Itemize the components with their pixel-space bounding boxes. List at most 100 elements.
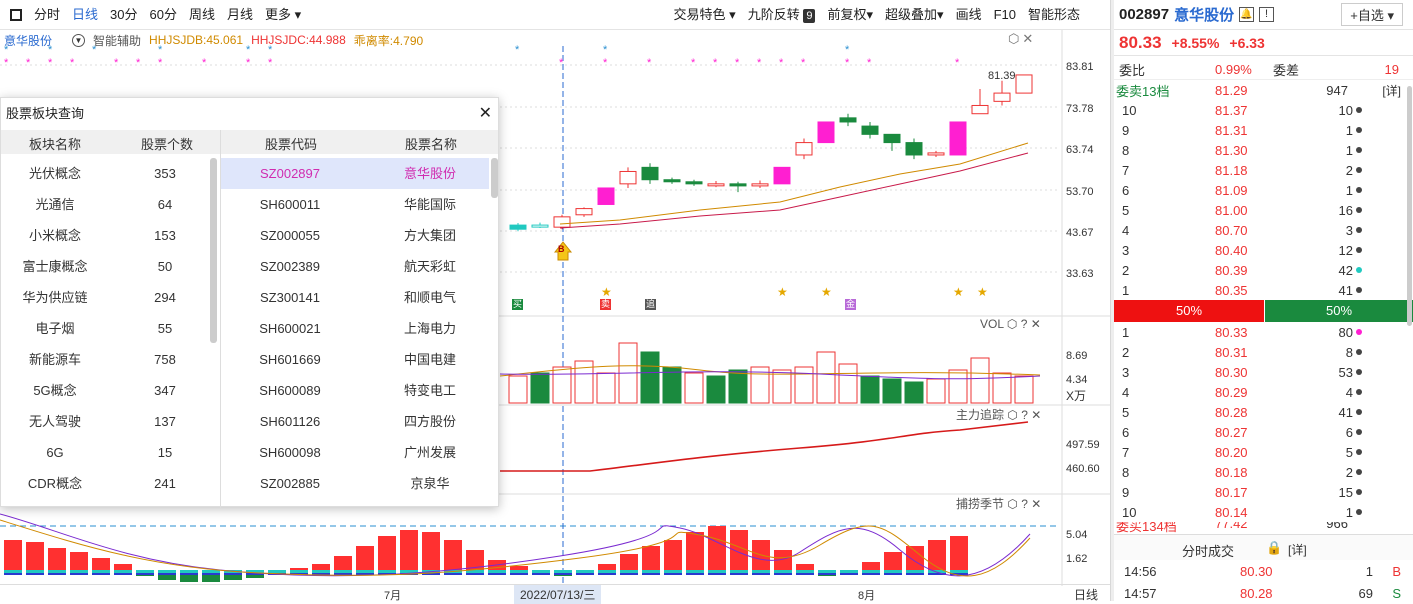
right-scrollbar[interactable] xyxy=(1407,86,1412,326)
level-number: 4 xyxy=(1122,222,1130,238)
close-icon[interactable]: ✕ xyxy=(479,98,492,130)
season-tick: 1.62 xyxy=(1066,553,1088,565)
period-monthly[interactable]: 月线 xyxy=(221,0,259,30)
volume-bar xyxy=(882,378,902,404)
stock-row[interactable]: SH600089 特变电工 xyxy=(221,375,489,406)
sector-row[interactable]: 富士康概念 50 xyxy=(1,251,211,282)
close-icon[interactable]: ✕ xyxy=(1031,408,1041,422)
sector-row[interactable]: CDR概念 241 xyxy=(1,468,211,499)
bid-level-row[interactable]: 8 80.18 2 xyxy=(1114,462,1413,482)
period-weekly[interactable]: 周线 xyxy=(183,0,221,30)
adjust-dropdown[interactable]: 前复权▾ xyxy=(821,0,879,30)
sector-row[interactable]: 新能源车 758 xyxy=(1,344,211,375)
settings-icon[interactable]: ⬡ xyxy=(1007,408,1017,422)
sector-name: 小米概念 xyxy=(28,228,81,243)
stock-row[interactable]: SH600011 华能国际 xyxy=(221,189,489,220)
period-30min[interactable]: 30分 xyxy=(104,0,143,30)
alert-icon[interactable]: ! xyxy=(1259,7,1275,22)
help-icon[interactable]: ? xyxy=(1021,497,1028,511)
bid-level-row[interactable]: 3 80.30 53 xyxy=(1114,362,1413,382)
ask-level-row[interactable]: 4 80.70 3 xyxy=(1114,220,1413,240)
close-icon[interactable]: ✕ xyxy=(1031,497,1041,511)
volume-bar xyxy=(530,372,550,404)
stock-row[interactable]: SZ000055 方大集团 xyxy=(221,220,489,251)
stock-row[interactable]: SZ300141 和顺电气 xyxy=(221,282,489,313)
stock-code: SZ300141 xyxy=(260,290,320,305)
settings-icon[interactable]: ⬡ xyxy=(1007,317,1017,331)
close-icon[interactable]: ✕ xyxy=(1022,31,1036,46)
add-watchlist-button[interactable]: +自选 ▾ xyxy=(1341,3,1403,26)
draw-line-button[interactable]: 画线 xyxy=(950,0,988,30)
bid-level-row[interactable]: 7 80.20 5 xyxy=(1114,442,1413,462)
bid-level-row[interactable]: 9 80.17 15 xyxy=(1114,482,1413,502)
overlay-dropdown[interactable]: 超级叠加▾ xyxy=(879,0,950,30)
sector-row[interactable]: 光伏概念 353 xyxy=(1,158,211,189)
stock-row[interactable]: SH600021 上海电力 xyxy=(221,313,489,344)
stock-row[interactable]: SZ002897 意华股份 xyxy=(221,158,489,189)
more-dropdown[interactable]: 更多 ▾ xyxy=(259,0,307,30)
buy134-row[interactable]: 委买134档 77.42 966 xyxy=(1114,522,1413,534)
bid-level-row[interactable]: 5 80.28 41 xyxy=(1114,402,1413,422)
settings-icon[interactable]: ⬡ xyxy=(1008,31,1022,46)
panel-toggle-icon[interactable] xyxy=(10,8,22,21)
bell-icon[interactable]: 🔔 xyxy=(1239,7,1255,22)
sector-row[interactable]: 电子烟 55 xyxy=(1,313,211,344)
bid-level-row[interactable]: 2 80.31 8 xyxy=(1114,342,1413,362)
ask-level-row[interactable]: 9 81.31 1 xyxy=(1114,120,1413,140)
nine-reverse-button[interactable]: 九阶反转 9 xyxy=(742,0,822,30)
star-marker-icon: * xyxy=(246,57,251,69)
lock-icon[interactable]: 🔒 xyxy=(1266,540,1282,556)
stock-name: 京泉华 xyxy=(410,476,450,491)
bid-level-row[interactable]: 1 80.33 80 xyxy=(1114,322,1413,342)
period-60min[interactable]: 60分 xyxy=(144,0,183,30)
ask-level-row[interactable]: 1 80.35 41 xyxy=(1114,280,1413,300)
stock-row[interactable]: SZ002885 京泉华 xyxy=(221,468,489,499)
stock-row[interactable]: SZ002389 航天彩虹 xyxy=(221,251,489,282)
popup-column-headers: 板块名称 股票个数 股票代码 股票名称 xyxy=(1,130,498,154)
stock-name: 华能国际 xyxy=(403,197,456,212)
help-icon[interactable]: ? xyxy=(1021,317,1028,331)
star-marker-icon: * xyxy=(691,57,696,69)
help-icon[interactable]: ? xyxy=(1021,408,1028,422)
ask-level-row[interactable]: 5 81.00 16 xyxy=(1114,200,1413,220)
stock-row[interactable]: SH600098 广州发展 xyxy=(221,437,489,468)
left-scrollbar[interactable] xyxy=(210,158,217,343)
ask-level-row[interactable]: 3 80.40 12 xyxy=(1114,240,1413,260)
chart-area[interactable]: * * * * * * * * * * * * * * * * * * * * * * * * * * * * * * * ★ ★ ★ ★ ★ 意华股… xyxy=(0,30,1110,586)
stock-row[interactable]: SH601669 中国电建 xyxy=(221,344,489,375)
ask-level-row[interactable]: 6 81.09 1 xyxy=(1114,180,1413,200)
settings-icon[interactable]: ⬡ xyxy=(1007,497,1017,511)
right-scrollbar[interactable] xyxy=(491,158,498,198)
bid-level-row[interactable]: 4 80.29 4 xyxy=(1114,382,1413,402)
assist-toggle-icon[interactable]: ▼ xyxy=(72,33,86,47)
ticks-detail-link[interactable]: [详] xyxy=(1288,541,1307,558)
signal-mark: 金 xyxy=(845,299,857,310)
tick-price: 80.30 xyxy=(1240,563,1273,579)
sector-name: 光伏概念 xyxy=(28,166,81,181)
bid-level-row[interactable]: 6 80.27 6 xyxy=(1114,422,1413,442)
stock-row[interactable]: SH601126 四方股份 xyxy=(221,406,489,437)
smart-pattern-button[interactable]: 智能形态 xyxy=(1022,0,1110,30)
period-daily[interactable]: 日线 xyxy=(66,0,104,30)
buy134-vol: 966 xyxy=(1326,522,1348,531)
weicha-value: 19 xyxy=(1384,62,1399,77)
f10-button[interactable]: F10 xyxy=(988,0,1022,30)
sell13-row[interactable]: 委卖13档 81.29 947 [详] xyxy=(1114,80,1413,100)
sector-row[interactable]: 6G 15 xyxy=(1,437,211,468)
detail-link[interactable]: [详] xyxy=(1382,82,1401,99)
ask-level-row[interactable]: 2 80.39 42 xyxy=(1114,260,1413,280)
period-fenshi[interactable]: 分时 xyxy=(28,0,66,30)
ask-level-row[interactable]: 7 81.18 2 xyxy=(1114,160,1413,180)
sector-row[interactable]: 5G概念 347 xyxy=(1,375,211,406)
sector-row[interactable]: 光通信 64 xyxy=(1,189,211,220)
ask-level-row[interactable]: 10 81.37 10 xyxy=(1114,100,1413,120)
sector-row[interactable]: 华为供应链 294 xyxy=(1,282,211,313)
close-icon[interactable]: ✕ xyxy=(1031,317,1041,331)
season-bar xyxy=(510,566,528,570)
ask-level-row[interactable]: 8 81.30 1 xyxy=(1114,140,1413,160)
trade-feature-dropdown[interactable]: 交易特色 ▾ xyxy=(668,0,742,30)
sector-row[interactable]: 小米概念 153 xyxy=(1,220,211,251)
sector-row[interactable]: 无人驾驶 137 xyxy=(1,406,211,437)
bid-level-row[interactable]: 10 80.14 1 xyxy=(1114,502,1413,522)
season-base xyxy=(818,573,836,575)
